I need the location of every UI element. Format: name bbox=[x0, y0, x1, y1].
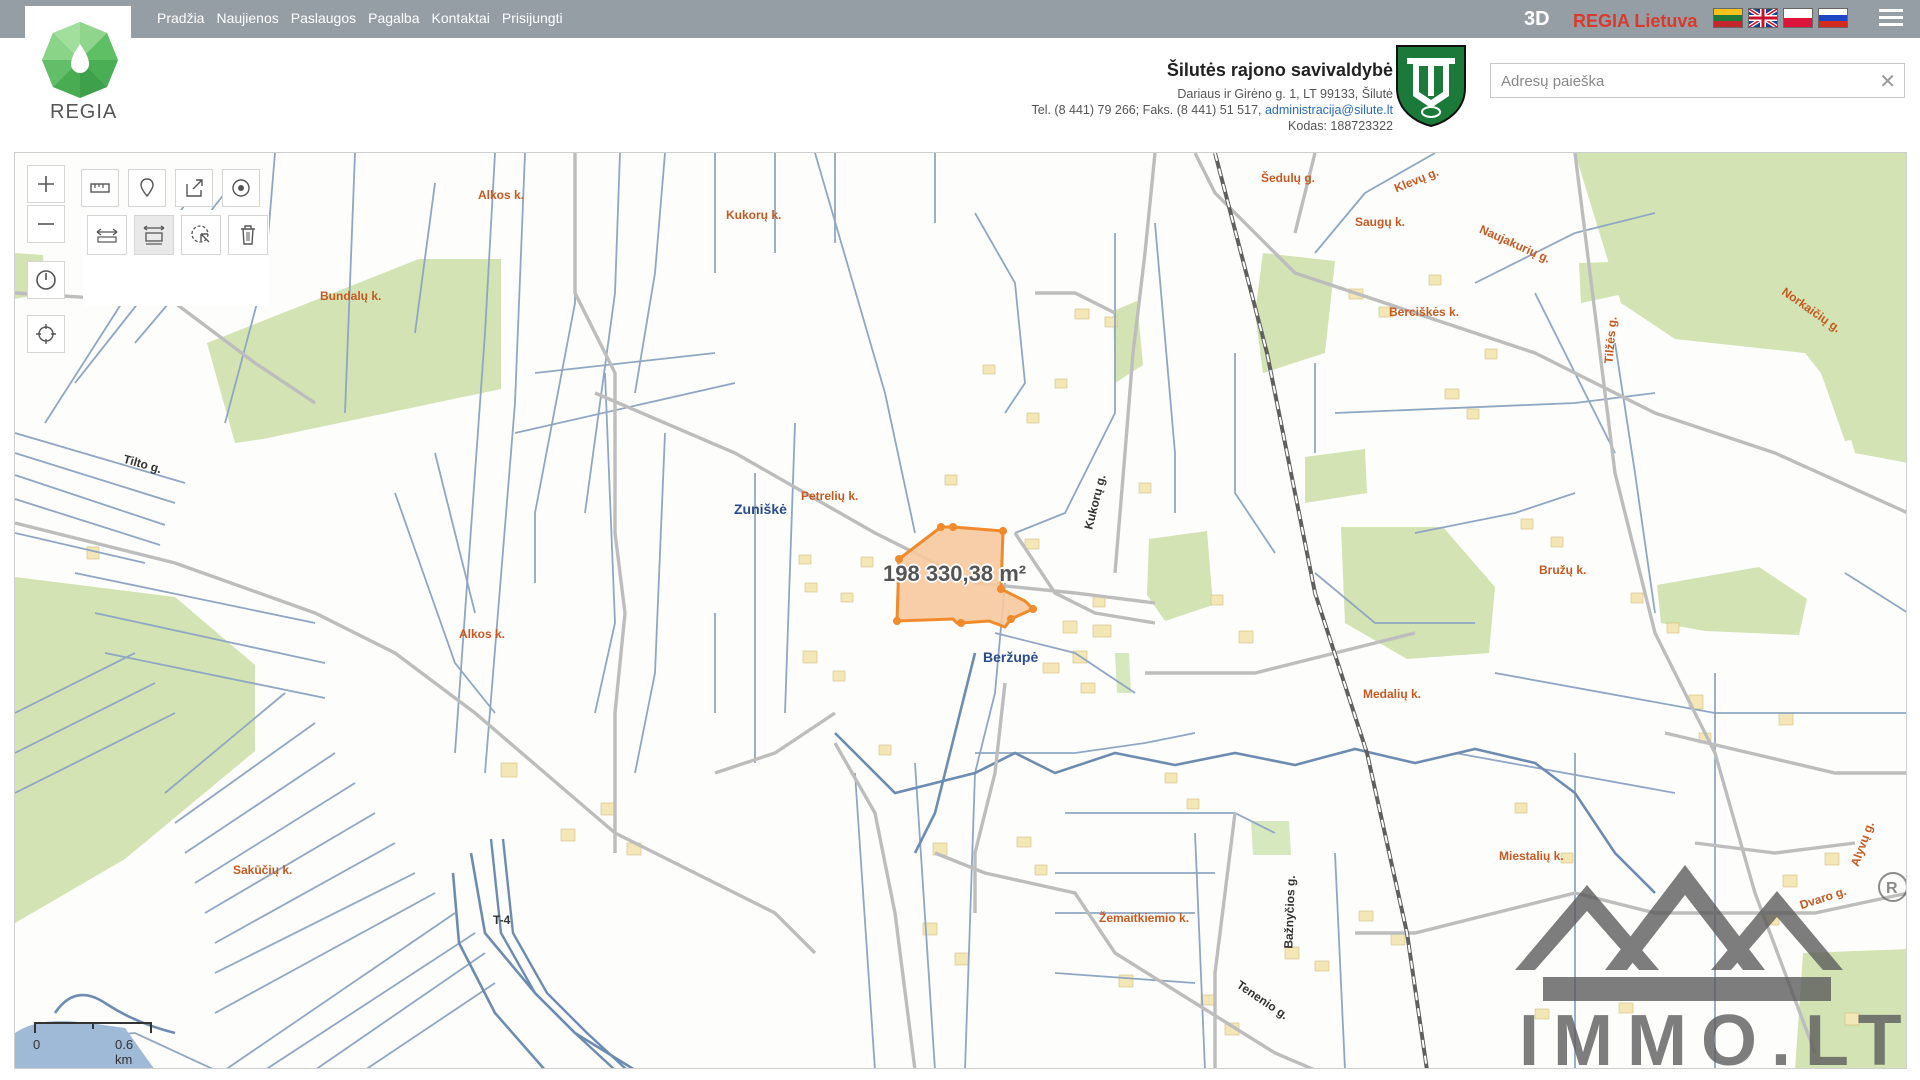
nav-item-pagalba[interactable]: Pagalba bbox=[368, 10, 419, 26]
gb-flag-icon[interactable] bbox=[1748, 8, 1778, 28]
scale-start: 0 bbox=[33, 1037, 41, 1052]
municipality-code: Kodas: 188723322 bbox=[1288, 119, 1393, 133]
close-icon[interactable]: ✕ bbox=[1879, 69, 1896, 94]
main-nav: Pradžia Naujienos Paslaugos Pagalba Kont… bbox=[157, 10, 563, 26]
municipality-contacts: Tel. (8 441) 79 266; Faks. (8 441) 51 51… bbox=[1032, 103, 1394, 117]
place-label: Šedulų g. bbox=[1261, 171, 1315, 185]
place-label: Žemaitkiemio k. bbox=[1099, 911, 1190, 925]
place-label: Miestalių k. bbox=[1499, 849, 1564, 863]
place-label: Alkos k. bbox=[459, 627, 506, 641]
nav-item-kontaktai[interactable]: Kontaktai bbox=[432, 10, 490, 26]
coat-of-arms-icon bbox=[1396, 45, 1466, 128]
watermark-text: IMMO.LT bbox=[1519, 1001, 1907, 1069]
municipality-email-link[interactable]: administracija@silute.lt bbox=[1265, 103, 1393, 117]
lt-flag-icon[interactable] bbox=[1713, 8, 1743, 28]
zoom-out-icon[interactable] bbox=[27, 205, 65, 243]
zoom-in-icon[interactable] bbox=[27, 165, 65, 203]
target-icon[interactable] bbox=[222, 169, 260, 207]
ru-flag-icon[interactable] bbox=[1818, 8, 1848, 28]
3d-mode-button[interactable]: 3D bbox=[1524, 8, 1550, 31]
nav-item-paslaugos[interactable]: Paslaugos bbox=[291, 10, 356, 26]
logo-text: REGIA bbox=[50, 101, 118, 123]
history-icon[interactable] bbox=[27, 261, 65, 299]
place-label: Medalių k. bbox=[1363, 687, 1422, 701]
nav-item-prisijungti[interactable]: Prisijungti bbox=[502, 10, 563, 26]
place-label: Petrelių k. bbox=[801, 489, 859, 503]
address-search: ✕ bbox=[1490, 63, 1905, 98]
measure-icon[interactable] bbox=[81, 169, 119, 207]
municipality-name: Šilutės rajono savivaldybė bbox=[1166, 60, 1393, 80]
place-label: Kukorų k. bbox=[726, 208, 782, 222]
map-view[interactable]: Alkos k. Kukorų k. Šedulų g. Klevų g. Sa… bbox=[14, 152, 1907, 1069]
place-label: Alkos k. bbox=[478, 188, 525, 202]
svg-text:R: R bbox=[1886, 880, 1898, 897]
place-label: Saugų k. bbox=[1355, 215, 1406, 229]
export-icon[interactable] bbox=[175, 169, 213, 207]
measure-distance-icon[interactable] bbox=[87, 215, 127, 255]
measure-area-icon[interactable] bbox=[134, 215, 174, 255]
municipality-address: Dariaus ir Girėno g. 1, LT 99133, Šilutė bbox=[1177, 87, 1393, 101]
regia-lietuva-link[interactable]: REGIA Lietuva bbox=[1573, 11, 1697, 32]
place-label: Sakūčių k. bbox=[233, 863, 293, 877]
road-label: Bažnyčios g. bbox=[1281, 875, 1298, 949]
hamburger-menu-icon[interactable] bbox=[1879, 9, 1903, 29]
address-search-input[interactable] bbox=[1499, 72, 1883, 91]
regia-logo-icon[interactable] bbox=[40, 20, 120, 100]
highway-t4 bbox=[489, 838, 627, 1068]
road-label: T-4 bbox=[493, 913, 511, 927]
village-label: Beržupė bbox=[983, 649, 1039, 665]
scale-end: 0.6 km bbox=[115, 1037, 134, 1067]
pin-icon[interactable] bbox=[128, 169, 166, 207]
place-label: Bružų k. bbox=[1539, 563, 1587, 577]
nav-item-pradzia[interactable]: Pradžia bbox=[157, 10, 204, 26]
place-label: Bundalų k. bbox=[320, 289, 382, 303]
municipality-phone: Tel. (8 441) 79 266; Faks. (8 441) 51 51… bbox=[1031, 103, 1265, 117]
place-label: Berciškės k. bbox=[1389, 305, 1460, 319]
select-tool-icon[interactable] bbox=[181, 215, 221, 255]
area-measurement-label: 198 330,38 m² bbox=[883, 561, 1027, 586]
trash-icon[interactable] bbox=[228, 215, 268, 255]
village-label: Zuniškė bbox=[734, 501, 787, 517]
pl-flag-icon[interactable] bbox=[1783, 8, 1813, 28]
locate-icon[interactable] bbox=[27, 315, 65, 353]
nav-item-naujienos[interactable]: Naujienos bbox=[216, 10, 278, 26]
immo-watermark-logo: IMMO.LT R bbox=[1515, 865, 1907, 1069]
top-bar: Pradžia Naujienos Paslaugos Pagalba Kont… bbox=[0, 0, 1920, 38]
